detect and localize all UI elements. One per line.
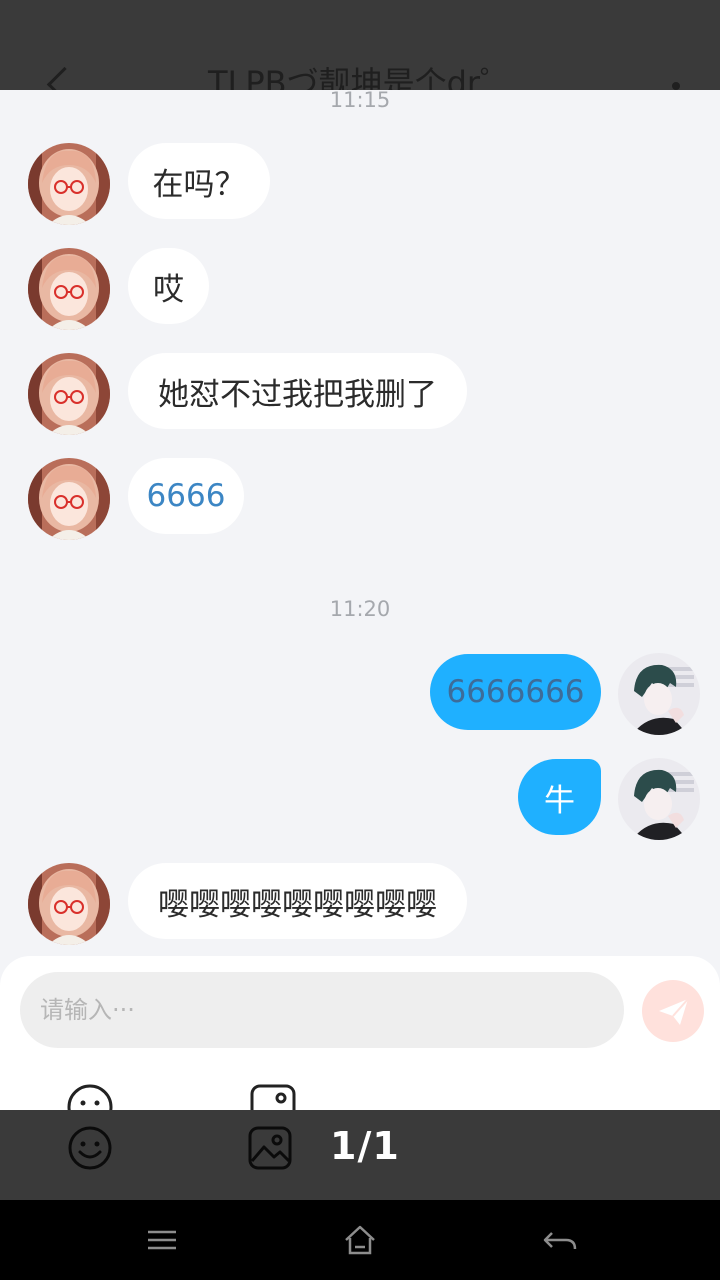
message-bubble-incoming[interactable]: 哎 — [128, 248, 209, 324]
message-bubble-outgoing[interactable]: 6666666 — [430, 654, 601, 730]
smiley-icon[interactable] — [65, 1082, 115, 1110]
my-avatar[interactable] — [618, 758, 700, 840]
timestamp: 11:15 — [329, 90, 391, 112]
paper-plane-icon — [659, 998, 689, 1025]
chat-title: TLPBづ靓坤是个dr゜ — [207, 64, 513, 90]
message-bubble-incoming[interactable]: 她怼不过我把我删了 — [128, 353, 467, 429]
message-bubble-incoming[interactable]: 嘤嘤嘤嘤嘤嘤嘤嘤嘤 — [128, 863, 467, 939]
back-arrow-icon[interactable] — [540, 1220, 580, 1260]
image-icon[interactable] — [247, 1125, 293, 1171]
contact-avatar[interactable] — [28, 248, 110, 330]
page-indicator: 1/1 — [330, 1124, 400, 1168]
message-input[interactable] — [20, 972, 624, 1048]
app-header: TLPBづ靓坤是个dr゜ — [0, 0, 720, 90]
message-bubble-incoming[interactable]: 在吗？ — [128, 143, 270, 219]
viewer-toolbar: 1/1 — [0, 1110, 720, 1200]
contact-avatar[interactable] — [28, 863, 110, 945]
contact-avatar[interactable] — [28, 353, 110, 435]
menu-icon[interactable] — [142, 1220, 182, 1260]
timestamp: 11:20 — [329, 597, 391, 621]
my-avatar[interactable] — [618, 653, 700, 735]
more-dots-icon[interactable] — [672, 82, 680, 90]
message-bubble-incoming[interactable]: 6666 — [128, 458, 244, 534]
chat-panel[interactable]: 11:15 在吗？ 哎 她怼不过我把我删了 6666 11:20 6666666… — [0, 90, 720, 1110]
system-navbar — [0, 1200, 720, 1280]
send-button[interactable] — [642, 980, 704, 1042]
contact-avatar[interactable] — [28, 458, 110, 540]
image-icon[interactable] — [248, 1082, 298, 1110]
message-bubble-outgoing[interactable]: 牛 — [518, 759, 601, 835]
message-composer — [0, 956, 720, 1110]
home-icon[interactable] — [340, 1220, 380, 1260]
smiley-icon[interactable] — [67, 1125, 113, 1171]
contact-avatar[interactable] — [28, 143, 110, 225]
